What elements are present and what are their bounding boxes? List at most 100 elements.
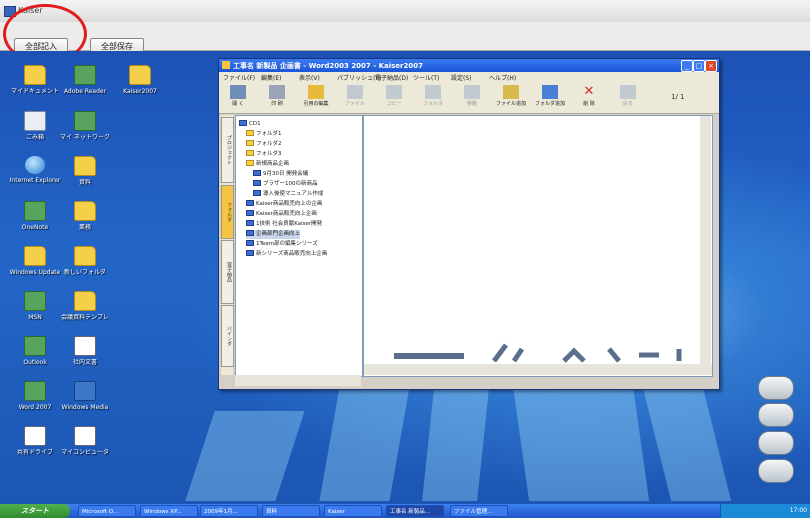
folder-icon [24,65,46,85]
desktop-icon-label: 資料 [78,179,91,186]
file-icon [347,85,363,99]
tree-node-label: Kaiser商品販売向上の企画 [256,201,323,207]
taskbar-item[interactable]: 工事名 新製品... [386,505,444,517]
tree-node[interactable]: 導入後使マニュアル作成 [253,190,323,199]
desktop-icon-label: マイ ネットワーク [60,134,110,141]
tree-node-label: CD1 [249,121,261,127]
delete-icon: ✕ [583,84,595,99]
tree-node[interactable]: フォルダ3 [246,150,282,159]
maximize-icon[interactable]: □ [693,60,705,72]
side-tab[interactable]: 電子納品 [221,240,234,304]
menu-item[interactable]: 電子納品(D) [375,73,408,82]
tree-node-label: フォルダ3 [256,151,282,157]
tree-node[interactable]: フォルダ1 [246,130,282,139]
taskbar-item[interactable]: Microsoft O... [78,505,136,517]
horizontal-scrollbar[interactable] [364,364,712,375]
move-icon [464,85,480,99]
toolbar-button-label: フォルダ追加 [535,101,566,107]
toolbar-button-label: コピー [386,101,402,107]
document-pane[interactable] [363,115,713,377]
app-icon [74,65,96,85]
toolbar-button-copy[interactable]: コピー [379,85,409,111]
taskbar-item[interactable]: ファイル管理... [450,505,508,517]
widget-2[interactable] [758,403,794,427]
side-tab[interactable]: プロジェクト [221,117,234,183]
widget-4[interactable] [758,459,794,483]
toolbar-button-add-folder[interactable]: フォルダ追加 [535,85,565,111]
toolbar-button-delete[interactable]: ✕ 削 除 [574,85,604,111]
menu-item[interactable]: 設定(S) [451,73,472,82]
document-icon [246,210,254,216]
toolbar-button-add-file[interactable]: ファイル追加 [496,85,526,111]
taskbar-item[interactable]: 2009年1月... [200,505,258,517]
toolbar-button-label: 開 く [232,101,244,107]
net-icon [74,381,96,401]
desktop-icon[interactable]: Kaiser2007 [105,65,175,96]
tree-node[interactable]: CD1 [239,120,261,129]
side-tab[interactable]: バインダ [221,305,234,367]
menu-item[interactable]: 表示(V) [299,73,320,82]
app-window-title: 工事名 新製品 企画書 - Word2003 2007 - Kaiser2007 [233,62,423,70]
globe-icon [25,156,45,174]
document-icon [253,190,261,196]
tree-scrollbar[interactable] [235,375,361,386]
tree-node[interactable]: 企画部門企画向上 [246,230,301,239]
document-icon [246,220,254,226]
toolbar-button-back[interactable]: 戻る [613,85,643,111]
edit-icon [308,85,324,99]
tree-node-label: 新シリーズ商品販売向上企画 [256,251,328,257]
taskbar-item[interactable]: Windows XP... [140,505,198,517]
start-button[interactable]: スタート [0,504,70,518]
toolbar-button-label: フォルダ [422,101,443,107]
desktop-icon[interactable]: マイコンピュータ [50,426,120,457]
widget-1[interactable] [758,376,794,400]
document-icon [246,250,254,256]
desktop-icon-label: 会議資料テンプレ [61,314,109,321]
desktop-icon[interactable]: Windows Media [50,381,120,412]
side-tab[interactable]: フォルダ [221,185,234,239]
folder-icon [24,246,46,266]
vertical-scrollbar[interactable] [700,116,711,364]
desktop-icon[interactable]: 新しいフォルダ [50,246,120,277]
menu-item[interactable]: ファイル(F) [223,73,255,82]
toolbar-button-folder[interactable]: フォルダ [418,85,448,111]
taskbar-item[interactable]: 資料 [262,505,320,517]
tree-node[interactable]: Kaiser商品販売向上の企画 [246,200,322,209]
toolbar-button-open[interactable]: 開 く [223,85,253,111]
toolbar-button-edit[interactable]: 引用の編集 [301,85,331,111]
desktop-icon[interactable]: マイ ネットワーク [50,111,120,142]
doc-icon [74,336,96,356]
folder-icon [74,201,96,221]
tree-node-label: ブラザー100の新商品 [263,181,318,187]
tree-node[interactable]: 1技術 社会貢献Kaiser開発 [246,220,322,229]
menu-item[interactable]: ツール(T) [413,73,439,82]
tree-node[interactable]: Kaiser商品販売向上企画 [246,210,317,219]
desktop-icon[interactable]: 資料 [50,156,120,187]
menu-item[interactable]: 編集(E) [261,73,281,82]
document-icon [246,240,254,246]
app-window[interactable]: 工事名 新製品 企画書 - Word2003 2007 - Kaiser2007… [218,58,720,390]
close-icon[interactable]: × [705,60,717,72]
app-titlebar[interactable]: 工事名 新製品 企画書 - Word2003 2007 - Kaiser2007… [219,59,719,72]
toolbar-button-file[interactable]: ファイル [340,85,370,111]
system-tray: 17:00 [720,504,810,518]
taskbar-item[interactable]: Kaiser [324,505,382,517]
desktop-icon[interactable]: 業務 [50,201,120,232]
desktop-icon[interactable]: 会議資料テンプレ [50,291,120,322]
tree-node-label: Kaiser商品販売向上企画 [256,211,317,217]
tree-node[interactable]: 9月30日 開発会議 [253,170,308,179]
tree-node[interactable]: ブラザー100の新商品 [253,180,318,189]
folder-tree[interactable]: CD1 フォルダ1 フォルダ2 フォルダ3 新規商品企画 9月30日 開発会議ブラザー10… [235,115,363,377]
widget-3[interactable] [758,431,794,455]
desktop-icon[interactable]: 社内文書 [50,336,120,367]
menu-item[interactable]: ヘルプ(H) [489,73,516,82]
back-icon [620,85,636,99]
tree-node[interactable]: 新規商品企画 [246,160,289,169]
toolbar-button-print[interactable]: 印 刷 [262,85,292,111]
minimize-icon[interactable]: _ [681,60,693,72]
tree-node[interactable]: 新シリーズ商品販売向上企画 [246,250,327,259]
tree-node[interactable]: 1Team部の編集シリーズ [246,240,318,249]
folder-icon [425,85,441,99]
tree-node[interactable]: フォルダ2 [246,140,282,149]
toolbar-button-move[interactable]: 移動 [457,85,487,111]
